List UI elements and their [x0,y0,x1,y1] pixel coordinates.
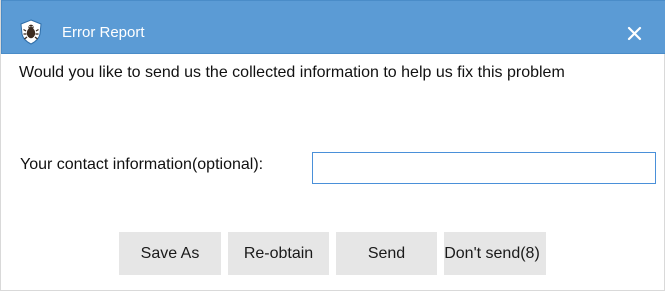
dont-send-button[interactable]: Don't send(8) [444,232,546,275]
reobtain-button[interactable]: Re-obtain [228,232,329,275]
contact-info-input[interactable] [312,152,656,184]
error-report-dialog: Error Report Would you like to send us t… [0,0,665,291]
close-button[interactable] [623,21,647,45]
close-icon [627,26,642,41]
send-button[interactable]: Send [336,232,437,275]
window-title: Error Report [62,24,145,41]
bug-shield-icon [18,19,44,45]
contact-info-label: Your contact information(optional): [20,156,264,173]
save-as-button[interactable]: Save As [119,232,221,275]
title-bar[interactable]: Error Report [1,0,665,54]
error-message: Would you like to send us the collected … [19,64,565,81]
